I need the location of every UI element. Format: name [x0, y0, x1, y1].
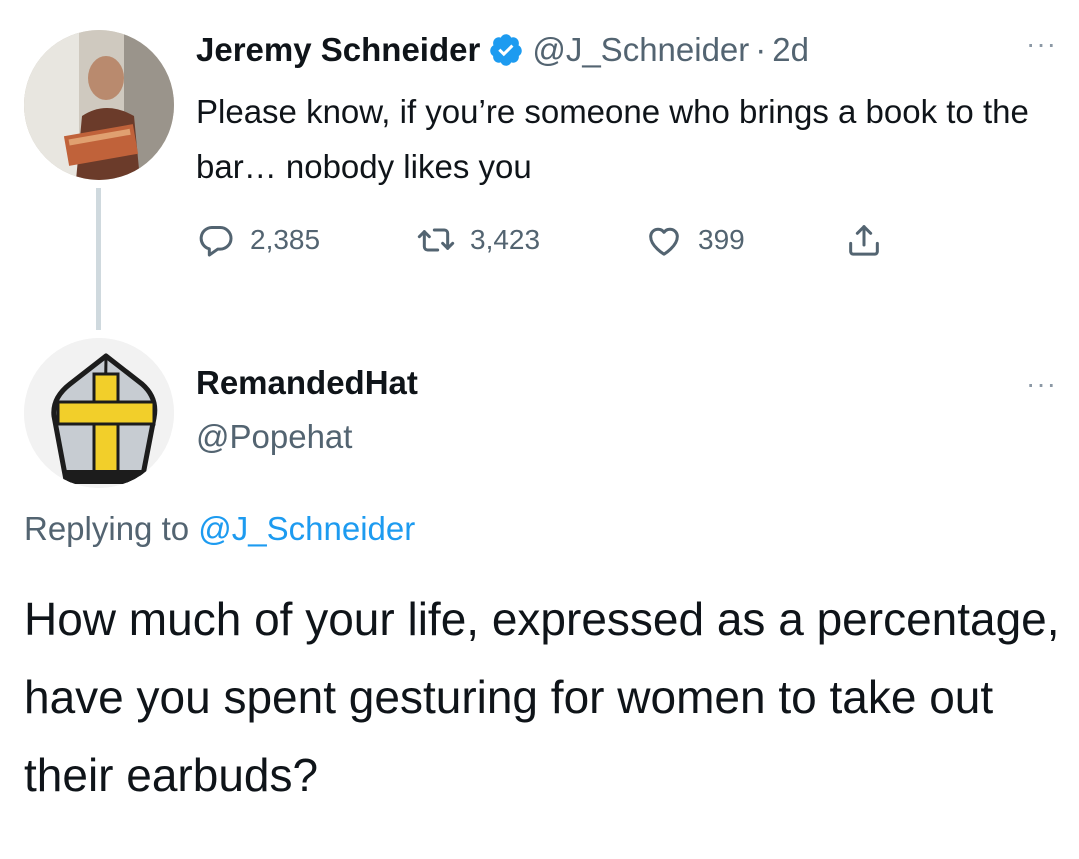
retweet-icon [417, 228, 455, 252]
tweet-timestamp[interactable]: 2d [772, 31, 809, 69]
like-icon [649, 227, 679, 256]
retweet-button[interactable]: 3,423 [416, 220, 644, 260]
thread-connector-line [96, 188, 101, 330]
reply-icon [199, 226, 233, 257]
reply-tweet-text: How much of your life, expressed as a pe… [24, 593, 1060, 801]
reply-author-handle[interactable]: @Popehat [196, 418, 352, 456]
reply-more-options-icon[interactable]: ··· [1026, 370, 1057, 398]
retweet-count: 3,423 [470, 224, 541, 255]
replying-to-label: Replying to [24, 510, 190, 547]
tweet-header: Jeremy Schneider @J_Schneider · 2d [196, 28, 809, 72]
reply-button[interactable]: 2,385 [196, 220, 416, 260]
replying-to-handle-link[interactable]: @J_Schneider [198, 510, 415, 547]
author-avatar[interactable] [24, 30, 174, 180]
like-count: 399 [698, 224, 745, 255]
author-handle[interactable]: @J_Schneider [532, 31, 749, 69]
reply-author-avatar[interactable] [24, 338, 174, 488]
share-icon [849, 225, 879, 256]
tweet-actions: 2,385 3,423 399 [196, 216, 898, 264]
like-button[interactable]: 399 [644, 220, 844, 260]
share-button[interactable] [844, 220, 898, 260]
author-photo [24, 30, 174, 180]
replying-to-line: Replying to @J_Schneider [24, 510, 415, 548]
tweet-text: Please know, if you’re someone who bring… [196, 93, 1029, 185]
reply-count: 2,385 [250, 224, 321, 255]
meta-separator: · [755, 31, 767, 68]
mitre-hat-icon [24, 338, 174, 488]
more-options-icon[interactable]: ··· [1026, 30, 1057, 58]
reply-author-name[interactable]: RemandedHat [196, 364, 418, 402]
verified-badge-icon [490, 34, 523, 66]
author-name[interactable]: Jeremy Schneider [196, 31, 480, 69]
